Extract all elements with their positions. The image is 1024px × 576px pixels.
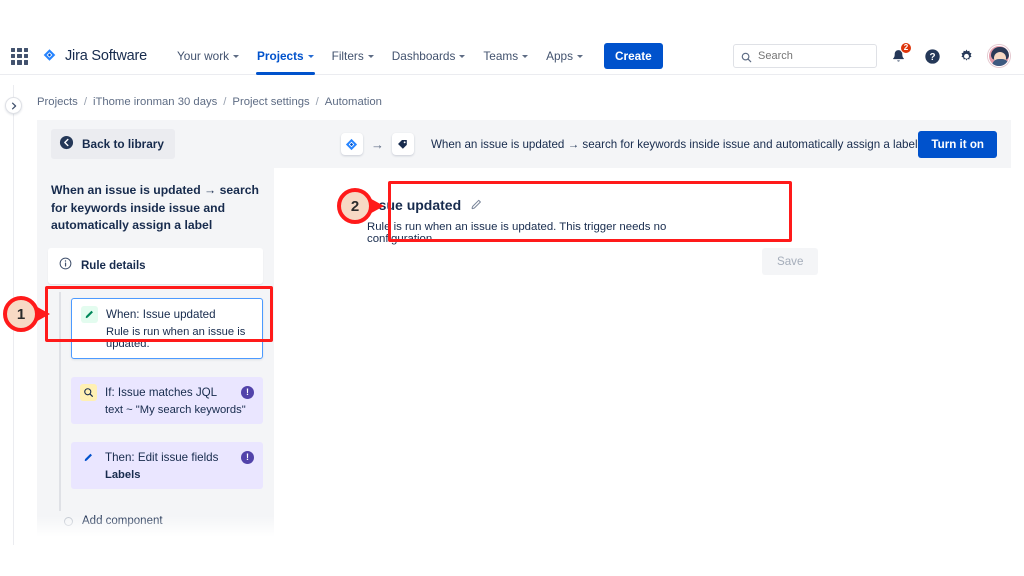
annotation-marker-1: 1 bbox=[3, 294, 55, 334]
breadcrumb-item-projects[interactable]: Projects bbox=[37, 96, 78, 108]
chevron-down-icon bbox=[522, 54, 529, 58]
chevron-down-icon bbox=[307, 54, 314, 58]
search-box[interactable] bbox=[733, 44, 877, 68]
top-navigation-bar: Jira Software Your work Projects Filters… bbox=[0, 38, 1024, 75]
rule-details-card[interactable]: Rule details bbox=[48, 248, 263, 285]
save-button[interactable]: Save bbox=[762, 248, 819, 275]
primary-nav-items: Your work Projects Filters Dashboards Te… bbox=[168, 38, 663, 75]
chevron-down-icon bbox=[233, 54, 240, 58]
component-subtitle: Labels bbox=[105, 469, 141, 482]
notifications-button[interactable]: 2 bbox=[885, 42, 912, 69]
back-to-library-button[interactable]: Back to library bbox=[51, 129, 175, 159]
annotation-marker-2: 2 bbox=[337, 186, 389, 226]
apps-grid-icon[interactable] bbox=[11, 47, 28, 65]
error-badge: ! bbox=[241, 451, 254, 465]
svg-text:?: ? bbox=[929, 52, 935, 63]
chain-arrow-icon: → bbox=[370, 136, 384, 152]
nav-item-label: Apps bbox=[546, 49, 573, 63]
chevron-down-icon bbox=[577, 54, 583, 58]
component-header: Then: Edit issue fields ! bbox=[80, 449, 254, 466]
component-subtitle: Rule is run when an issue is updated. bbox=[106, 326, 246, 351]
brand-home-link[interactable]: Jira Software bbox=[41, 48, 147, 65]
turn-it-on-button[interactable]: Turn it on bbox=[918, 130, 997, 158]
search-icon bbox=[741, 50, 752, 68]
action-chip-icon bbox=[391, 133, 414, 155]
nav-item-apps[interactable]: Apps bbox=[537, 38, 592, 75]
component-if-issue-matches-jql[interactable]: If: Issue matches JQL ! text ~ "My searc… bbox=[71, 377, 263, 425]
detail-header: Issue updated bbox=[339, 195, 723, 214]
rule-sidebar: When an issue is updated → search for ke… bbox=[37, 168, 274, 540]
component-when-issue-updated[interactable]: When: Issue updated Rule is run when an … bbox=[71, 298, 263, 360]
error-badge: ! bbox=[241, 386, 254, 400]
component-header: If: Issue matches JQL ! bbox=[80, 384, 254, 402]
annotation-marker-number: 2 bbox=[337, 188, 373, 224]
trigger-chip-icon bbox=[340, 133, 363, 155]
add-component-node-icon bbox=[64, 516, 73, 526]
detail-description: Rule is run when an issue is updated. Th… bbox=[367, 221, 667, 245]
component-title: When: Issue updated bbox=[106, 308, 216, 322]
chevron-down-icon bbox=[459, 54, 466, 58]
rule-editor-body: When an issue is updated → search for ke… bbox=[37, 168, 1011, 540]
info-icon bbox=[59, 257, 72, 275]
rule-details-label: Rule details bbox=[81, 260, 146, 273]
add-component-label: Add component bbox=[82, 515, 163, 528]
chevron-right-icon bbox=[11, 102, 16, 109]
nav-item-teams[interactable]: Teams bbox=[474, 38, 537, 75]
back-to-library-label: Back to library bbox=[82, 137, 164, 151]
add-component-button[interactable]: Add component bbox=[64, 515, 263, 528]
rule-sidebar-title: When an issue is updated → search for ke… bbox=[51, 183, 259, 233]
search-icon bbox=[80, 384, 97, 402]
breadcrumb-item-project-settings[interactable]: Project settings bbox=[232, 96, 309, 108]
rule-title-toolbar: When an issue is updated → search for ke… bbox=[430, 137, 918, 151]
breadcrumb-item-project[interactable]: iThome ironman 30 days bbox=[93, 96, 217, 108]
pencil-icon bbox=[80, 449, 97, 466]
nav-item-dashboards[interactable]: Dashboards bbox=[383, 38, 475, 75]
nav-item-filters[interactable]: Filters bbox=[323, 38, 383, 75]
notification-count-badge: 2 bbox=[900, 42, 912, 54]
nav-item-label: Projects bbox=[257, 49, 304, 63]
nav-left-group: Jira Software Your work Projects Filters… bbox=[0, 38, 663, 75]
user-avatar[interactable] bbox=[988, 45, 1010, 67]
brand-name: Jira Software bbox=[65, 48, 148, 64]
help-button[interactable]: ? bbox=[919, 43, 945, 69]
component-title: If: Issue matches JQL bbox=[105, 386, 218, 400]
component-title: Then: Edit issue fields bbox=[105, 451, 219, 465]
create-button[interactable]: Create bbox=[604, 43, 663, 69]
nav-item-your-work[interactable]: Your work bbox=[168, 38, 248, 75]
avatar-body bbox=[991, 59, 1009, 66]
nav-right-group: 2 ? bbox=[733, 42, 1024, 69]
jira-automation-page: Jira Software Your work Projects Filters… bbox=[0, 0, 1024, 576]
component-header: When: Issue updated bbox=[81, 306, 253, 324]
nav-item-projects[interactable]: Projects bbox=[248, 38, 323, 75]
nav-item-label: Dashboards bbox=[391, 49, 456, 63]
breadcrumb-row: Projects / iThome ironman 30 days / Proj… bbox=[0, 85, 1024, 545]
breadcrumb-separator: / bbox=[315, 96, 319, 108]
nav-item-label: Teams bbox=[483, 49, 519, 63]
breadcrumb: Projects / iThome ironman 30 days / Proj… bbox=[37, 96, 382, 108]
rule-summary-chain: → When an issue is updated → search for … bbox=[340, 133, 918, 155]
component-then-edit-issue-fields[interactable]: Then: Edit issue fields ! Labels bbox=[71, 442, 263, 490]
nav-item-label: Your work bbox=[177, 49, 230, 63]
pencil-icon bbox=[81, 306, 98, 324]
search-input[interactable] bbox=[758, 50, 876, 62]
expand-sidebar-button[interactable] bbox=[5, 97, 22, 114]
jira-logo-icon bbox=[41, 48, 58, 65]
nav-item-label: Filters bbox=[331, 49, 364, 63]
breadcrumb-item-automation[interactable]: Automation bbox=[325, 96, 382, 108]
rule-component-tree: When: Issue updated Rule is run when an … bbox=[48, 292, 263, 528]
pencil-edit-icon[interactable] bbox=[470, 198, 483, 211]
rule-toolbar: Back to library → When an issue is updat… bbox=[37, 120, 1011, 168]
breadcrumb-separator: / bbox=[223, 96, 227, 108]
component-subtitle: text ~ "My search keywords" bbox=[105, 404, 246, 417]
annotation-marker-number: 1 bbox=[3, 296, 39, 332]
back-arrow-icon bbox=[59, 135, 74, 153]
chevron-down-icon bbox=[367, 54, 374, 58]
settings-button[interactable] bbox=[953, 43, 979, 69]
breadcrumb-separator: / bbox=[83, 96, 87, 108]
